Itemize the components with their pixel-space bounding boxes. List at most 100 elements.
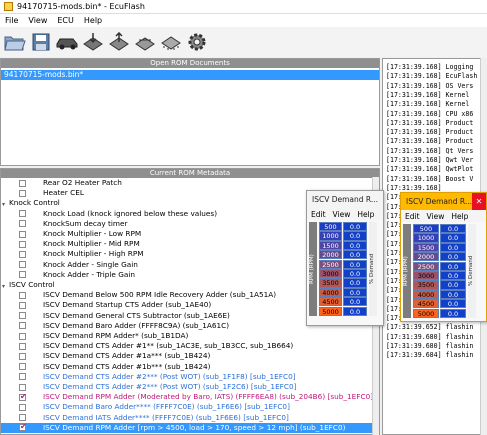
menu-view[interactable]: View — [23, 16, 52, 25]
rpm-axis-cell[interactable]: 4000 — [319, 287, 342, 298]
rpm-axis-cell[interactable]: 4000 — [413, 289, 439, 300]
tree-item[interactable]: ISCV Demand RPM Adder* (sub_1B1DA) — [1, 331, 373, 341]
value-cell[interactable]: 0.0 — [440, 308, 466, 318]
close-icon[interactable]: ✕ — [472, 193, 486, 210]
chip-icon[interactable] — [159, 30, 183, 54]
item-checkbox[interactable] — [19, 189, 26, 197]
read-ecu-icon[interactable] — [81, 30, 105, 54]
menu-edit[interactable]: Edit — [311, 210, 326, 219]
rpm-axis-cell[interactable]: 5000 — [413, 308, 439, 318]
tree-item[interactable]: ISCV Demand CTS Adder #1** (sub_1AC3E, s… — [1, 341, 373, 351]
value-cell[interactable]: 0.0 — [343, 287, 367, 298]
value-cell[interactable]: 0.0 — [343, 240, 367, 251]
menu-help[interactable]: Help — [357, 210, 374, 219]
rpm-axis-cell[interactable]: 3500 — [319, 278, 342, 288]
item-checkbox[interactable] — [19, 230, 26, 238]
table-window-2-title[interactable]: ISCV Demand R... ✕ — [401, 193, 486, 210]
item-checkbox[interactable] — [19, 179, 26, 187]
menu-ecu[interactable]: ECU — [52, 16, 79, 25]
value-cell[interactable]: 0.0 — [343, 278, 367, 288]
rpm-axis-cell[interactable]: 3000 — [413, 271, 439, 281]
value-cell[interactable]: 0.0 — [343, 231, 367, 241]
item-checkbox[interactable] — [19, 261, 26, 269]
tree-item-label: ISCV Demand CTS Adder #2*** (Post WOT) (… — [43, 371, 296, 381]
rpm-axis-cell[interactable]: 4500 — [413, 299, 439, 309]
tree-item[interactable]: ISCV Demand CTS Adder #2*** (Post WOT) (… — [1, 382, 373, 392]
tree-item[interactable]: ISCV Demand IATS Adder**** (FFFF7C0E) (s… — [1, 413, 373, 423]
item-checkbox[interactable] — [19, 322, 26, 330]
rpm-axis-cell[interactable]: 1000 — [319, 231, 342, 241]
item-checkbox[interactable] — [19, 240, 26, 248]
item-checkbox[interactable] — [19, 312, 26, 320]
rpm-axis-cell[interactable]: 5000 — [319, 306, 342, 316]
value-cell[interactable]: 0.0 — [440, 280, 466, 290]
value-cell[interactable]: 0.0 — [343, 306, 367, 316]
value-cell[interactable]: 0.0 — [343, 250, 367, 260]
rom-document-item[interactable]: 94170715-mods.bin* — [1, 70, 379, 80]
item-checkbox[interactable] — [19, 271, 26, 279]
table-window-1[interactable]: ISCV Demand R... Edit View Help RPM (RPM… — [306, 190, 384, 326]
tree-item[interactable]: ISCV Demand RPM Adder [rpm > 4500, load … — [1, 422, 373, 433]
item-checkbox[interactable] — [19, 301, 26, 309]
compare-icon[interactable] — [133, 30, 157, 54]
rpm-axis-cell[interactable]: 2500 — [319, 259, 342, 269]
menu-help[interactable]: Help — [451, 212, 468, 221]
value-cell[interactable]: 0.0 — [343, 222, 367, 232]
rpm-axis-cell[interactable]: 2500 — [413, 261, 439, 271]
menu-view[interactable]: View — [333, 210, 351, 219]
menu-help[interactable]: Help — [79, 16, 107, 25]
item-checkbox[interactable] — [19, 332, 26, 340]
rpm-axis-cell[interactable]: 2000 — [413, 252, 439, 262]
tree-item[interactable]: ISCV Demand CTS Adder #1b*** (sub_1B424) — [1, 362, 373, 372]
value-cell[interactable]: 0.0 — [440, 242, 466, 253]
item-checkbox[interactable] — [19, 392, 27, 402]
item-checkbox[interactable] — [19, 403, 26, 411]
item-checkbox[interactable] — [19, 422, 27, 432]
item-checkbox[interactable] — [19, 383, 26, 391]
open-folder-icon[interactable] — [3, 30, 27, 54]
value-cell[interactable]: 0.0 — [343, 269, 367, 279]
value-cell[interactable]: 0.0 — [440, 261, 466, 271]
write-ecu-icon[interactable] — [107, 30, 131, 54]
item-checkbox[interactable] — [19, 250, 26, 258]
value-cell[interactable]: 0.0 — [440, 299, 466, 309]
item-checkbox[interactable] — [19, 342, 26, 350]
rpm-axis-cell[interactable]: 3500 — [413, 280, 439, 290]
rpm-axis-cell[interactable]: 500 — [413, 224, 439, 234]
table-window-1-title[interactable]: ISCV Demand R... — [307, 191, 383, 208]
item-checkbox[interactable] — [19, 291, 26, 299]
car-icon[interactable] — [55, 30, 79, 54]
tree-item-label: ISCV Demand CTS Adder #1a*** (sub_1B424) — [43, 351, 211, 361]
value-cell[interactable]: 0.0 — [343, 259, 367, 269]
value-cell[interactable]: 0.0 — [440, 233, 466, 243]
item-checkbox[interactable] — [19, 352, 26, 360]
rpm-axis-cell[interactable]: 1500 — [413, 242, 439, 253]
item-checkbox[interactable] — [19, 414, 26, 422]
item-checkbox[interactable] — [19, 210, 26, 218]
table-window-2[interactable]: ISCV Demand R... ✕ Edit View Help RPM (R… — [400, 192, 487, 322]
value-cell[interactable]: 0.0 — [440, 224, 466, 234]
rpm-axis-cell[interactable]: 4500 — [319, 297, 342, 307]
item-checkbox[interactable] — [19, 363, 26, 371]
rpm-axis-cell[interactable]: 500 — [319, 222, 342, 232]
menu-edit[interactable]: Edit — [405, 212, 420, 221]
tree-item[interactable]: ISCV Demand CTS Adder #1a*** (sub_1B424) — [1, 351, 373, 361]
tree-item[interactable]: ISCV Demand CTS Adder #2*** (Post WOT) (… — [1, 372, 373, 382]
value-cell[interactable]: 0.0 — [343, 297, 367, 307]
rpm-axis-cell[interactable]: 3000 — [319, 269, 342, 279]
save-disk-icon[interactable] — [29, 30, 53, 54]
tree-item[interactable]: ISCV Demand Baro Adder**** (FFFF7C0E) (s… — [1, 402, 373, 412]
value-cell[interactable]: 0.0 — [440, 252, 466, 262]
value-cell[interactable]: 0.0 — [440, 289, 466, 300]
rpm-axis-cell[interactable]: 2000 — [319, 250, 342, 260]
tree-item[interactable]: ISCV Demand RPM Adder (Moderated by Baro… — [1, 392, 373, 402]
settings-gear-icon[interactable] — [185, 30, 209, 54]
item-checkbox[interactable] — [19, 373, 26, 381]
menu-view[interactable]: View — [427, 212, 445, 221]
menu-file[interactable]: File — [0, 16, 23, 25]
rpm-axis-cell[interactable]: 1000 — [413, 233, 439, 243]
value-cell[interactable]: 0.0 — [440, 271, 466, 281]
rpm-axis-cell[interactable]: 1500 — [319, 240, 342, 251]
item-checkbox[interactable] — [19, 220, 26, 228]
tree-item[interactable]: Rear O2 Heater Patch — [1, 178, 373, 188]
